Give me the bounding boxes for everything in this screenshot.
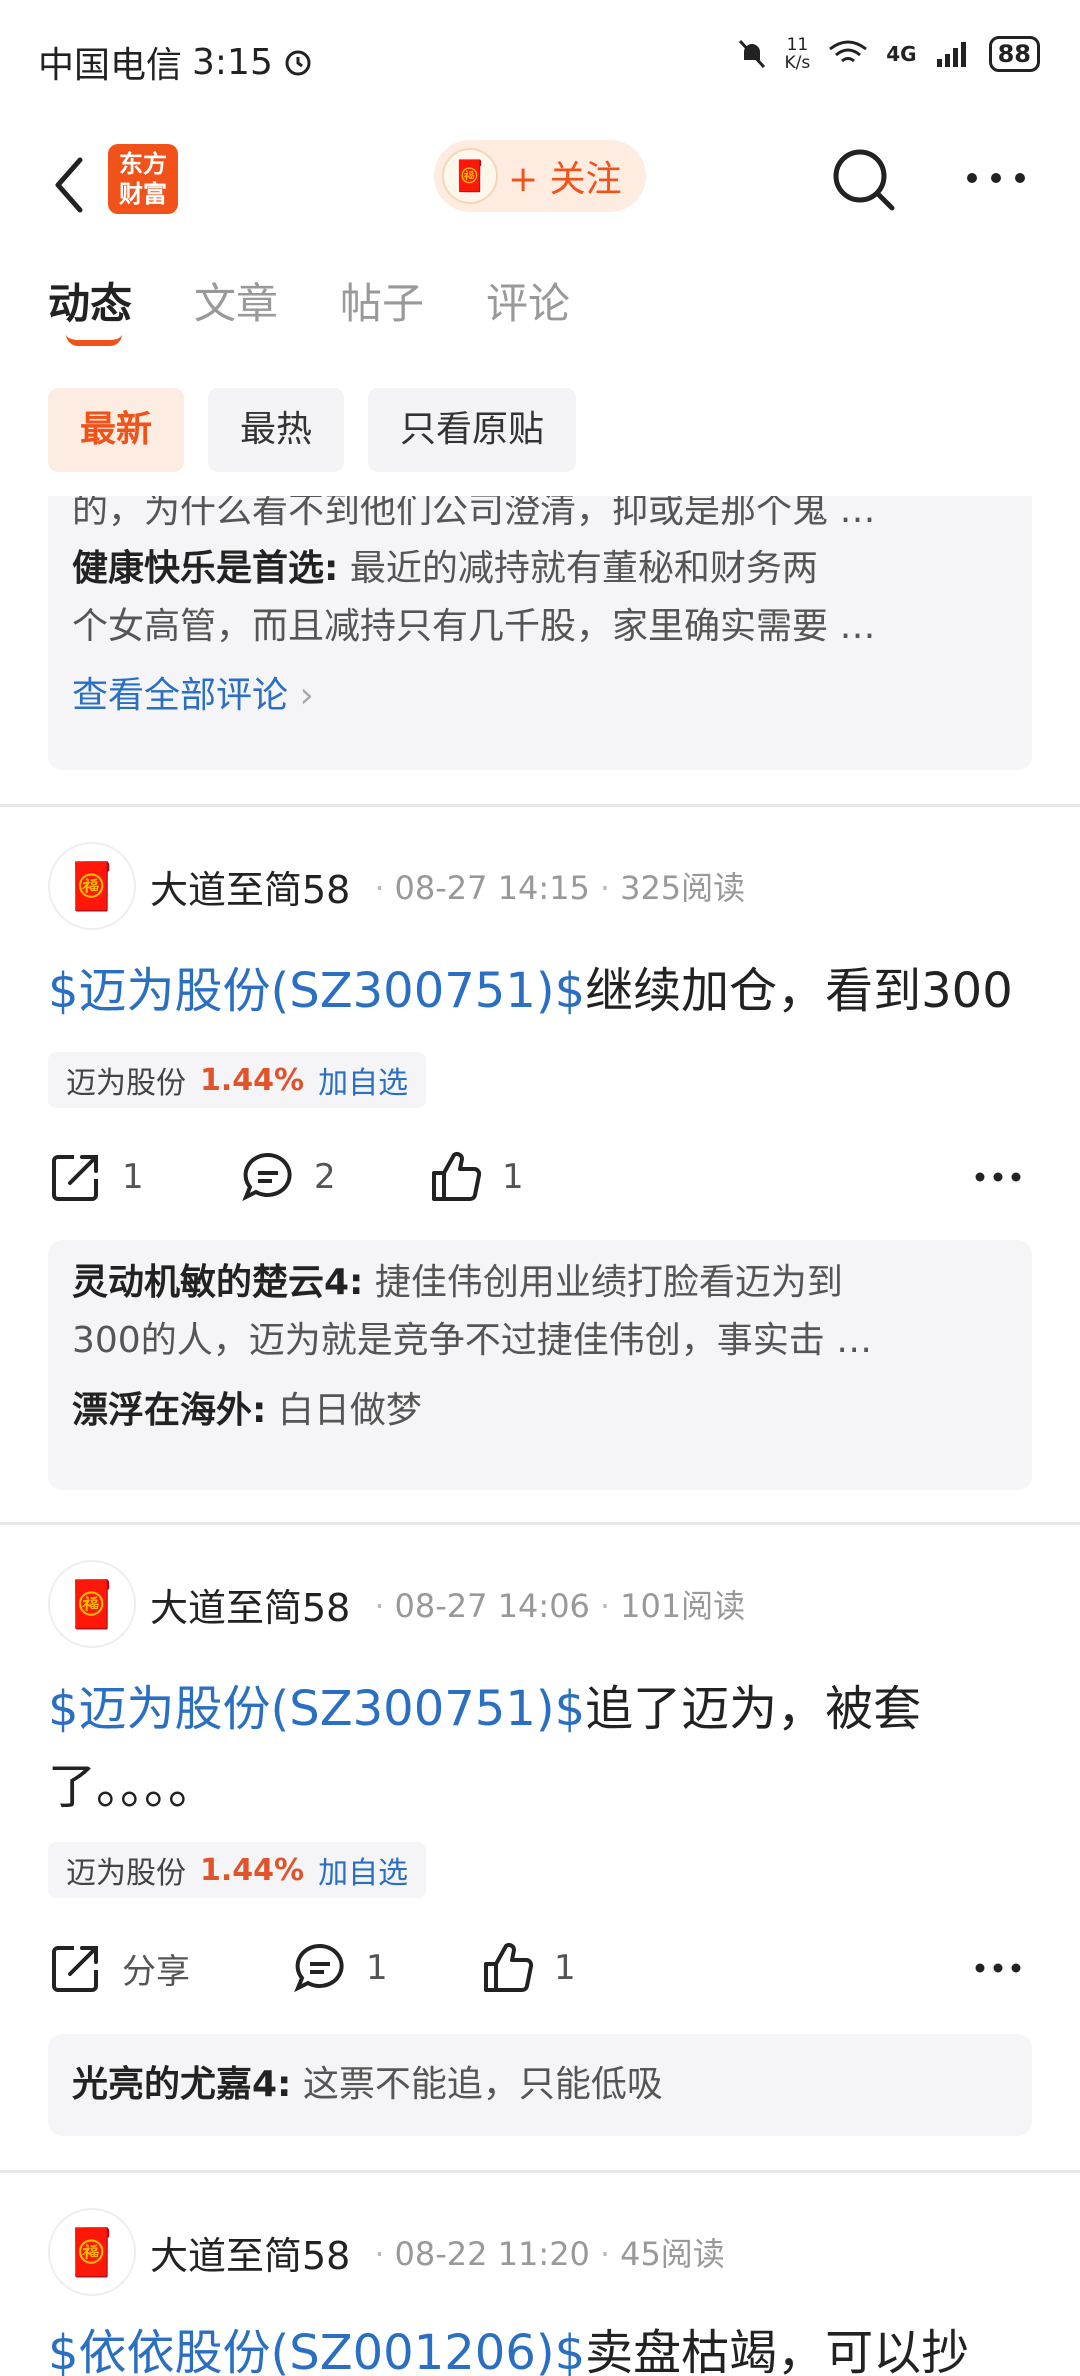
author-name[interactable]: 大道至简58 <box>150 2225 350 2280</box>
comment-partial-line: 的，为什么看不到他们公司澄清，抑或是那个鬼 … <box>72 496 876 531</box>
post-header: 🧧 大道至简58 · 08-27 14:06 · 101阅读 <box>48 1560 745 1648</box>
view-all-comments-link[interactable]: 查看全部评论 › <box>72 666 1008 726</box>
tab-articles[interactable]: 文章 <box>194 270 278 331</box>
add-watchlist-button[interactable]: 加自选 <box>318 1058 408 1102</box>
battery-indicator: 88 <box>988 36 1040 72</box>
add-watchlist-button[interactable]: 加自选 <box>318 1848 408 1892</box>
carrier-label: 中国电信 <box>38 45 183 86</box>
chevron-right-icon: › <box>299 675 314 716</box>
post-header: 🧧 大道至简58 · 08-27 14:15 · 325阅读 <box>48 842 745 930</box>
filter-bar: 最新 最热 只看原贴 <box>48 388 577 472</box>
tab-dynamic[interactable]: 动态 <box>48 270 132 346</box>
comment-icon <box>242 1152 292 1202</box>
stock-link[interactable]: $迈为股份(SZ300751)$ <box>48 1681 585 1737</box>
user-avatar: 🧧 <box>442 148 498 204</box>
post-meta: · 08-27 14:15 · 325阅读 <box>374 869 746 907</box>
author-avatar[interactable]: 🧧 <box>48 2208 136 2296</box>
app-header: 东方 财富 🧧 + 关注 <box>0 130 1080 240</box>
search-icon[interactable] <box>830 146 896 212</box>
wifi-icon <box>829 40 868 63</box>
chip-stock-name: 迈为股份 <box>66 1856 186 1891</box>
clock: 3:15 <box>192 41 273 83</box>
network-type: 4G <box>886 42 917 66</box>
like-button[interactable]: 1 <box>428 1137 524 1217</box>
stock-link[interactable]: $迈为股份(SZ300751)$ <box>48 963 585 1019</box>
follow-label: + 关注 <box>508 159 622 200</box>
comment-icon <box>294 1943 344 1993</box>
comment-item[interactable]: 漂浮在海外: 白日做梦 <box>72 1382 1008 1440</box>
thumbs-up-icon <box>484 1943 534 1992</box>
stock-chip[interactable]: 迈为股份 1.44% 加自选 <box>48 1842 427 1898</box>
post-actions: 1 2 1 <box>48 1137 1032 1217</box>
stock-link[interactable]: $依依股份(SZ001206)$ <box>48 2325 585 2376</box>
share-button[interactable]: 分享 <box>48 1928 190 2008</box>
tab-bar: 动态 文章 帖子 评论 <box>48 270 570 346</box>
post-meta: · 08-22 11:20 · 45阅读 <box>374 2235 725 2273</box>
author-avatar[interactable]: 🧧 <box>48 1560 136 1648</box>
tab-comments[interactable]: 评论 <box>486 270 570 331</box>
comment-item-cont: 300的人，迈为就是竞争不过捷佳伟创，事实击 … <box>72 1320 873 1361</box>
alarm-icon <box>285 50 311 76</box>
chip-change-percent: 1.44% <box>200 1062 305 1098</box>
status-bar: 中国电信 3:15 11 K/s 4G 88 <box>0 0 1080 120</box>
mute-bell-icon <box>738 39 765 69</box>
post-content[interactable]: $迈为股份(SZ300751)$追了迈为，被套 了。。。。 <box>48 1670 1038 1826</box>
thumbs-up-icon <box>432 1152 482 1201</box>
active-tab-indicator <box>66 334 122 346</box>
comment-item[interactable]: 光亮的尤嘉4: 这票不能追，只能低吸 <box>72 2056 1008 2114</box>
share-icon <box>52 1155 98 1201</box>
filter-original-only[interactable]: 只看原贴 <box>368 388 577 472</box>
post-more-icon[interactable] <box>974 1171 1022 1183</box>
app-logo: 东方 财富 <box>108 144 178 214</box>
post-header: 🧧 大道至简58 · 08-22 11:20 · 45阅读 <box>48 2208 725 2296</box>
chip-stock-name: 迈为股份 <box>66 1066 186 1101</box>
author-name[interactable]: 大道至简58 <box>150 1577 350 1632</box>
author-avatar[interactable]: 🧧 <box>48 842 136 930</box>
comment-button[interactable]: 1 <box>292 1928 388 2008</box>
post-more-icon[interactable] <box>974 1962 1022 1974</box>
divider <box>0 2170 1080 2173</box>
comment-item-cont: 个女高管，而且减持只有几千股，家里确实需要 … <box>72 606 876 647</box>
filter-latest[interactable]: 最新 <box>48 388 185 472</box>
post-content[interactable]: $迈为股份(SZ300751)$继续加仓，看到300 <box>48 952 1038 1030</box>
divider <box>0 804 1080 807</box>
tab-posts[interactable]: 帖子 <box>340 270 424 331</box>
comment-preview: 光亮的尤嘉4: 这票不能追，只能低吸 <box>48 2034 1032 2136</box>
author-name[interactable]: 大道至简58 <box>150 859 350 914</box>
filter-hot[interactable]: 最热 <box>208 388 345 472</box>
share-icon <box>52 1946 98 1992</box>
chip-change-percent: 1.44% <box>200 1852 305 1888</box>
more-options-icon[interactable] <box>966 172 1026 184</box>
divider <box>0 1522 1080 1525</box>
like-button[interactable]: 1 <box>480 1928 576 2008</box>
back-arrow-icon[interactable] <box>46 150 96 220</box>
comment-item[interactable]: 健康快乐是首选: 最近的减持就有董秘和财务两 <box>72 540 1008 598</box>
post-actions: 分享 1 1 <box>48 1928 1032 2008</box>
signal-icon <box>936 42 966 67</box>
comment-item[interactable]: 灵动机敏的楚云4: 捷佳伟创用业绩打脸看迈为到 <box>72 1254 1008 1312</box>
post-meta: · 08-27 14:06 · 101阅读 <box>374 1587 746 1625</box>
share-button[interactable]: 1 <box>48 1137 144 1217</box>
comment-button[interactable]: 2 <box>240 1137 336 1217</box>
net-speed: 11 K/s <box>784 35 811 73</box>
comment-preview: 灵动机敏的楚云4: 捷佳伟创用业绩打脸看迈为到 300的人，迈为就是竞争不过捷佳… <box>48 1240 1032 1490</box>
post-content[interactable]: $依依股份(SZ001206)$卖盘枯竭，可以抄 <box>48 2314 1038 2376</box>
follow-button[interactable]: 🧧 + 关注 <box>434 140 646 212</box>
comment-preview: 的，为什么看不到他们公司澄清，抑或是那个鬼 … 健康快乐是首选: 最近的减持就有… <box>48 496 1032 770</box>
stock-chip[interactable]: 迈为股份 1.44% 加自选 <box>48 1052 427 1108</box>
